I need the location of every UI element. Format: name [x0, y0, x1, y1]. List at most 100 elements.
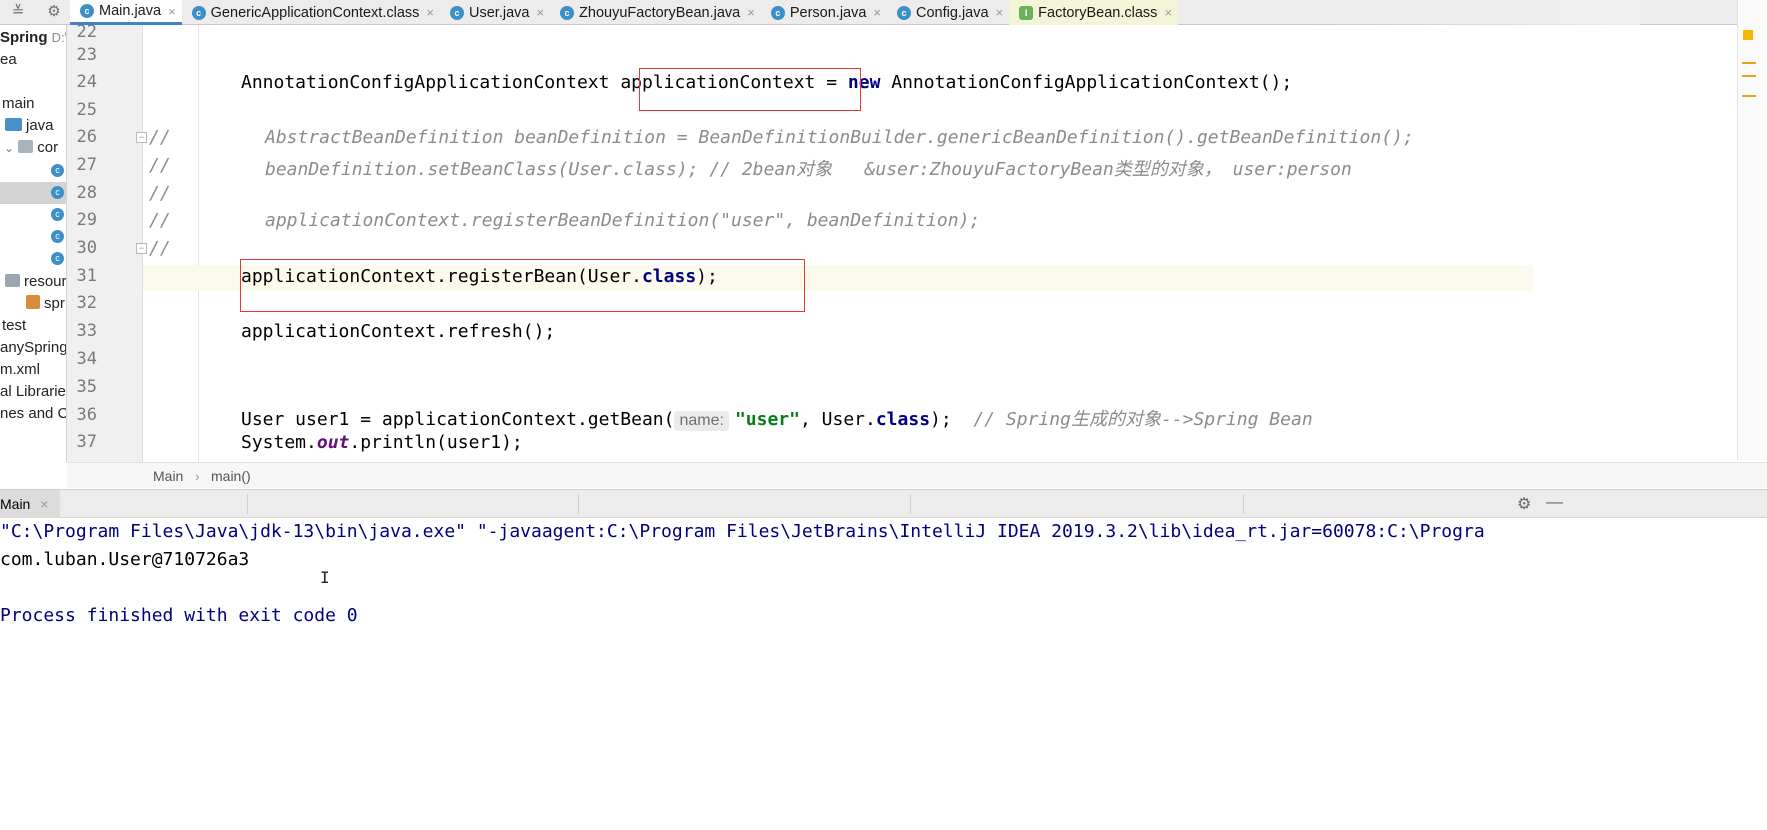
line-number: 33: [76, 321, 97, 341]
tab-factorybean-class[interactable]: I FactoryBean.class ×: [1009, 0, 1179, 25]
line-number: 29: [76, 210, 97, 230]
close-icon[interactable]: ×: [40, 496, 48, 512]
close-icon[interactable]: ×: [996, 5, 1004, 20]
divider: [1243, 494, 1244, 514]
line-number: 35: [76, 377, 97, 397]
highlight-box-registerBean: [240, 259, 805, 312]
class-icon: c: [450, 5, 464, 20]
breadcrumb-item-method[interactable]: main(): [211, 468, 251, 484]
tree-item-pom[interactable]: m.xml: [0, 359, 40, 381]
editor-tab-bar: ≚ ⚙ c Main.java × c GenericApplicationContex…: [0, 0, 1767, 25]
class-icon[interactable]: c: [51, 230, 64, 243]
tree-item-scratches[interactable]: nes and Co: [0, 403, 66, 425]
close-icon[interactable]: ×: [168, 4, 176, 19]
code-line-26[interactable]: //: [149, 127, 171, 148]
watermark: [1300, 0, 1640, 25]
gear-icon[interactable]: ⚙: [1517, 494, 1531, 514]
line-number: 27: [76, 155, 97, 175]
marker-icon[interactable]: [1742, 75, 1756, 77]
class-icon[interactable]: c: [51, 164, 64, 177]
marker-icon[interactable]: [1742, 95, 1756, 97]
breadcrumb-item-class[interactable]: Main: [153, 468, 183, 484]
tab-genericapplicationcontext-class[interactable]: c GenericApplicationContext.class ×: [182, 0, 440, 25]
line-number: 31: [76, 266, 97, 286]
fold-icon[interactable]: −: [136, 132, 147, 143]
run-tab-label: Main: [0, 496, 31, 512]
tree-item-main[interactable]: main: [2, 93, 35, 115]
close-icon[interactable]: ×: [536, 5, 544, 20]
breadcrumb: Main › main(): [67, 462, 1767, 488]
code-line-37[interactable]: System.out.println(user1);: [241, 432, 523, 453]
tree-item-spring-xml[interactable]: spr: [26, 293, 65, 315]
tab-label: Main.java: [99, 3, 162, 19]
chevron-down-icon[interactable]: ⌄: [4, 141, 14, 155]
line-number: 36: [76, 405, 97, 425]
console-line: "C:\Program Files\Java\jdk-13\bin\java.e…: [0, 521, 1485, 542]
line-number: 24: [76, 72, 97, 92]
run-console[interactable]: "C:\Program Files\Java\jdk-13\bin\java.e…: [0, 518, 1767, 830]
collapse-icon[interactable]: ≚: [8, 2, 28, 22]
error-stripe[interactable]: [1737, 0, 1767, 460]
code-line-30[interactable]: //: [149, 238, 171, 259]
console-line: Process finished with exit code 0: [0, 605, 358, 626]
code-editor[interactable]: 22 23 24 25 26 27 28 29 30 31 32 33 34 35 36 37 − − Ann…: [67, 25, 1534, 462]
class-icon: c: [191, 5, 206, 20]
tab-config-java[interactable]: c Config.java ×: [887, 0, 1009, 25]
class-icon[interactable]: c: [51, 186, 64, 199]
fold-icon[interactable]: −: [136, 243, 147, 254]
minimize-icon[interactable]: —: [1546, 492, 1563, 512]
interface-icon: I: [1019, 5, 1034, 20]
class-icon[interactable]: c: [51, 208, 64, 221]
warning-indicator-icon[interactable]: [1743, 30, 1753, 40]
code-line-27[interactable]: //: [149, 155, 171, 176]
parameter-hint: name:: [674, 411, 729, 431]
class-icon[interactable]: c: [51, 252, 64, 265]
tree-item-package[interactable]: ⌄ cor: [4, 137, 58, 159]
code-line-29-body[interactable]: applicationContext.registerBeanDefinitio…: [265, 210, 980, 231]
close-icon[interactable]: ×: [873, 5, 881, 20]
code-line-29[interactable]: //: [149, 210, 171, 231]
line-number: 26: [76, 127, 97, 147]
tab-label: GenericApplicationContext.class: [210, 4, 420, 21]
tab-main-java[interactable]: c Main.java ×: [70, 0, 182, 25]
project-root[interactable]: Spring D:\: [0, 27, 67, 49]
line-number: 28: [76, 183, 97, 203]
source-folder-icon: [5, 118, 22, 131]
line-number: 34: [76, 349, 97, 369]
tree-item-iml[interactable]: anySpring.i: [0, 337, 66, 359]
code-line-33[interactable]: applicationContext.refresh();: [241, 321, 555, 342]
project-name: Spring: [0, 29, 48, 46]
divider: [578, 494, 579, 514]
text-cursor-icon: I: [320, 568, 330, 587]
tree-item-external-libraries[interactable]: al Libraries: [0, 381, 66, 403]
project-tree: Spring D:\ ea main java ⌄ cor c c c c c …: [0, 25, 67, 462]
code-line-36[interactable]: User user1 = applicationContext.getBean(…: [241, 405, 1313, 431]
editor-tabs: c Main.java × c GenericApplicationContext.cl…: [70, 0, 1179, 25]
line-number: 25: [76, 100, 97, 120]
tree-item[interactable]: ea: [0, 49, 17, 71]
code-line-26-body[interactable]: AbstractBeanDefinition beanDefinition = …: [265, 127, 1414, 148]
marker-icon[interactable]: [1742, 62, 1756, 64]
close-icon[interactable]: ×: [1164, 5, 1172, 20]
run-tab-main[interactable]: Main ×: [0, 490, 61, 518]
tree-item-java[interactable]: java: [5, 115, 54, 137]
tab-zhouyufactorybean-java[interactable]: c ZhouyuFactoryBean.java ×: [550, 0, 761, 25]
tree-item-resources[interactable]: resour: [5, 271, 66, 293]
tab-person-java[interactable]: c Person.java ×: [761, 0, 887, 25]
close-icon[interactable]: ×: [426, 5, 434, 20]
indent-guide: [198, 25, 199, 462]
close-icon[interactable]: ×: [747, 5, 755, 20]
xml-file-icon: [26, 295, 40, 309]
tree-item-test[interactable]: test: [2, 315, 26, 337]
resources-folder-icon: [5, 274, 20, 287]
divider: [247, 494, 248, 514]
tab-user-java[interactable]: c User.java ×: [440, 0, 550, 25]
gear-icon[interactable]: ⚙: [44, 2, 64, 22]
project-path: D:\: [51, 30, 67, 45]
code-line-28[interactable]: //: [149, 183, 171, 204]
divider: [910, 494, 911, 514]
code-line-27-body[interactable]: beanDefinition.setBeanClass(User.class);…: [265, 155, 1352, 181]
class-icon: c: [80, 4, 94, 18]
highlight-box-applicationContext: [639, 68, 861, 111]
class-icon: c: [560, 5, 575, 20]
